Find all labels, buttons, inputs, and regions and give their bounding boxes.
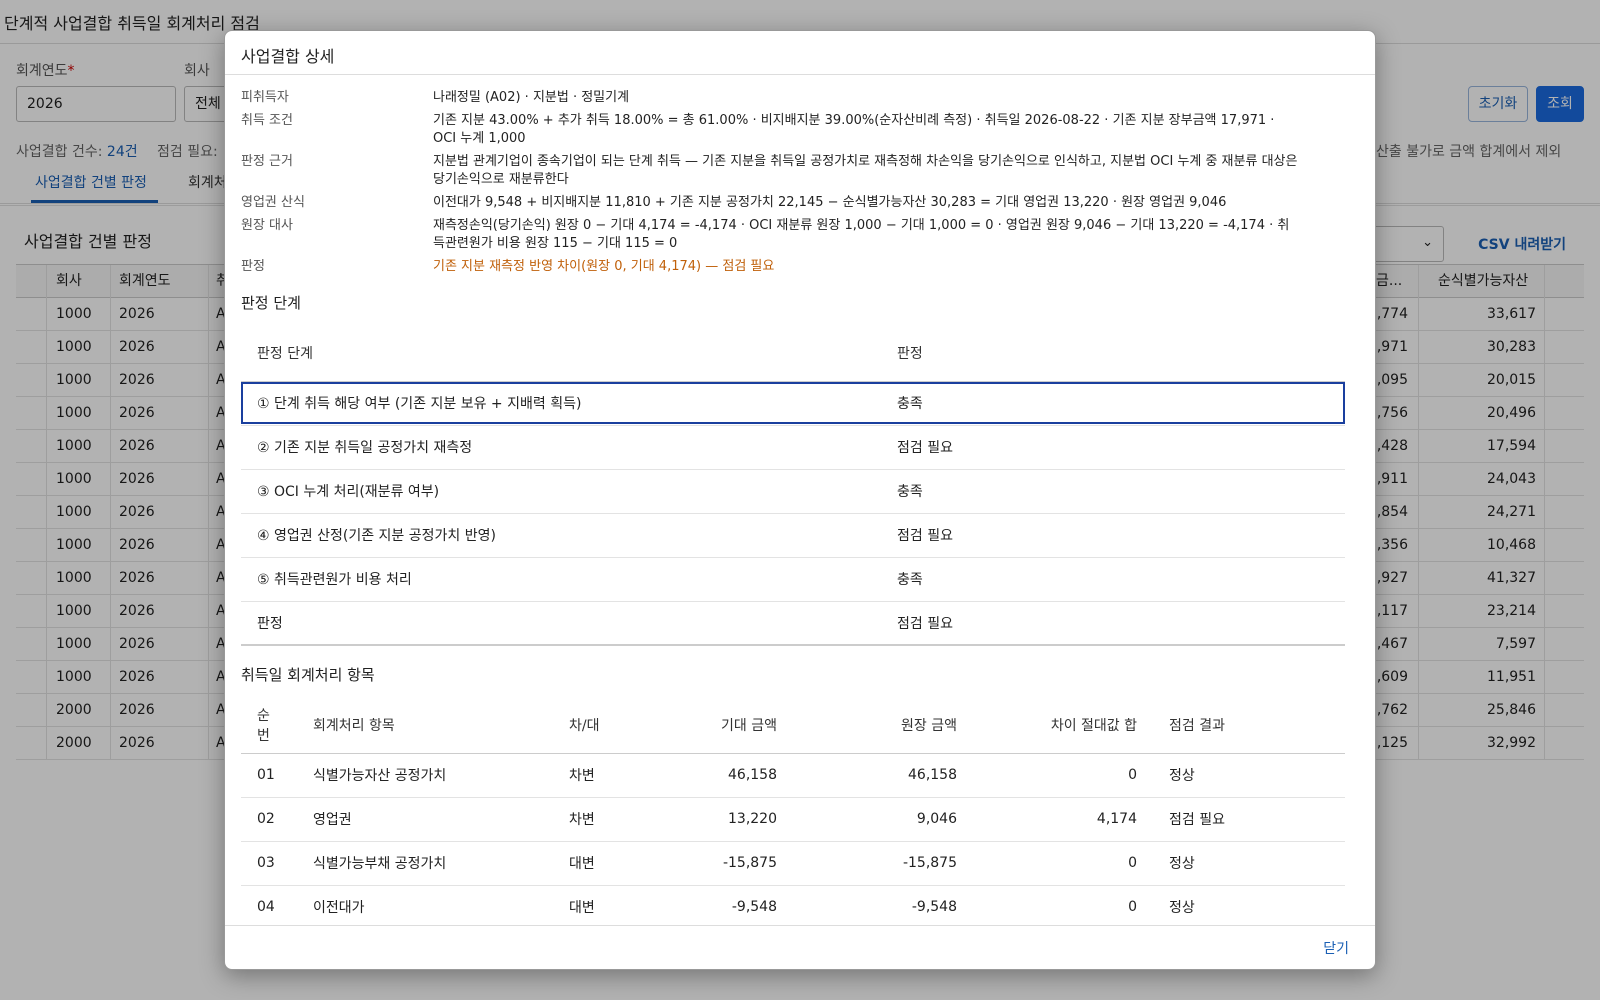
entries-table: 순번 회계처리 항목 차/대 기대 금액 원장 금액 차이 절대값 합 점검 결… — [241, 697, 1345, 925]
info-key: 피취득자 — [241, 90, 289, 105]
entry-ledger: 46,158 — [793, 753, 973, 798]
step-row[interactable]: ① 단계 취득 해당 여부 (기존 지분 보유 + 지배력 획득) 충족 — [241, 381, 1345, 426]
step-row[interactable]: ④ 영업권 산정(기존 지분 공정가치 반영) 점검 필요 — [241, 513, 1345, 558]
entry-item: 식별가능부채 공정가치 — [297, 841, 553, 886]
entries-header-expected: 기대 금액 — [643, 697, 793, 754]
entry-no: 02 — [241, 797, 297, 842]
info-key: 판정 — [241, 259, 265, 274]
entry-row[interactable]: 03 식별가능부채 공정가치 대변 -15,875 -15,875 0 정상 — [241, 841, 1345, 886]
entry-ledger: -15,875 — [793, 841, 973, 886]
entry-diff: 0 — [973, 885, 1153, 925]
entries-header-ledger: 원장 금액 — [793, 697, 973, 754]
modal-footer: 닫기 — [225, 925, 1375, 969]
step-label: ② 기존 지분 취득일 공정가치 재측정 — [241, 425, 881, 470]
info-row: 원장 대사 재측정손익(당기손익) 원장 0 − 기대 4,174 = -4,17… — [241, 217, 1359, 253]
steps-table: 판정 단계 판정 ① 단계 취득 해당 여부 (기존 지분 보유 + 지배력 획… — [241, 325, 1345, 646]
step-result: 점검 필요 — [881, 425, 1345, 470]
entry-row[interactable]: 04 이전대가 대변 -9,548 -9,548 0 정상 — [241, 885, 1345, 925]
step-result: 점검 필요 — [881, 601, 1345, 646]
modal-body[interactable]: 피취득자 나래정밀 (A02) · 지분법 · 정밀기계취득 조건 기존 지분 43… — [225, 75, 1375, 925]
step-label: 판정 — [241, 601, 881, 646]
entry-result: 점검 필요 — [1153, 797, 1345, 842]
step-label: ④ 영업권 산정(기존 지분 공정가치 반영) — [241, 513, 881, 558]
entry-diff: 0 — [973, 841, 1153, 886]
entry-item: 이전대가 — [297, 885, 553, 925]
entry-row[interactable]: 01 식별가능자산 공정가치 차변 46,158 46,158 0 정상 — [241, 753, 1345, 798]
entry-item: 영업권 — [297, 797, 553, 842]
entries-header-result: 점검 결과 — [1153, 697, 1345, 754]
info-row: 판정 기존 지분 재측정 반영 차이(원장 0, 기대 4,174) — 점검 필… — [241, 258, 1359, 276]
entry-ledger: 9,046 — [793, 797, 973, 842]
step-result: 충족 — [881, 557, 1345, 602]
close-button[interactable]: 닫기 — [1323, 938, 1349, 958]
info-key: 취득 조건 — [241, 113, 293, 128]
entries-header-side: 차/대 — [553, 697, 643, 754]
step-row[interactable]: ② 기존 지분 취득일 공정가치 재측정 점검 필요 — [241, 425, 1345, 470]
info-value: 기존 지분 재측정 반영 차이(원장 0, 기대 4,174) — 점검 필요 — [433, 259, 775, 274]
info-key: 영업권 산식 — [241, 195, 305, 210]
info-row: 피취득자 나래정밀 (A02) · 지분법 · 정밀기계 — [241, 89, 1359, 107]
entry-expected: 46,158 — [643, 753, 793, 798]
step-label: ⑤ 취득관련원가 비용 처리 — [241, 557, 881, 602]
entry-expected: -15,875 — [643, 841, 793, 886]
entry-expected: 13,220 — [643, 797, 793, 842]
info-key: 원장 대사 — [241, 218, 293, 233]
entry-no: 01 — [241, 753, 297, 798]
step-row[interactable]: 판정 점검 필요 — [241, 601, 1345, 646]
step-result: 점검 필요 — [881, 513, 1345, 558]
info-value: 이전대가 9,548 + 비지배지분 11,810 + 기존 지분 공정가치 2… — [433, 195, 1227, 210]
entry-side: 대변 — [553, 885, 643, 925]
info-value: 재측정손익(당기손익) 원장 0 − 기대 4,174 = -4,174 · O… — [433, 218, 1290, 251]
entry-result: 정상 — [1153, 841, 1345, 886]
entry-diff: 4,174 — [973, 797, 1153, 842]
info-list: 피취득자 나래정밀 (A02) · 지분법 · 정밀기계취득 조건 기존 지분 43… — [241, 89, 1359, 276]
entry-diff: 0 — [973, 753, 1153, 798]
info-value: 지분법 관계기업이 종속기업이 되는 단계 취득 — 기존 지분을 취득일 공정… — [433, 154, 1298, 187]
info-value: 기존 지분 43.00% + 추가 취득 18.00% = 총 61.00% ·… — [433, 113, 1275, 146]
step-label: ① 단계 취득 해당 여부 (기존 지분 보유 + 지배력 획득) — [241, 381, 881, 426]
steps-header-step: 판정 단계 — [241, 325, 881, 382]
entries-header-row: 순번 회계처리 항목 차/대 기대 금액 원장 금액 차이 절대값 합 점검 결… — [241, 697, 1345, 754]
detail-modal: 사업결합 상세 피취득자 나래정밀 (A02) · 지분법 · 정밀기계취득 조건… — [224, 30, 1376, 970]
entries-header-diff: 차이 절대값 합 — [973, 697, 1153, 754]
info-row: 판정 근거 지분법 관계기업이 종속기업이 되는 단계 취득 — 기존 지분을 취… — [241, 153, 1359, 189]
entries-header-item: 회계처리 항목 — [297, 697, 553, 754]
entries-header-no: 순번 — [241, 697, 297, 754]
step-row[interactable]: ③ OCI 누계 처리(재분류 여부) 충족 — [241, 469, 1345, 514]
step-result: 충족 — [881, 469, 1345, 514]
info-row: 취득 조건 기존 지분 43.00% + 추가 취득 18.00% = 총 61.… — [241, 112, 1359, 148]
steps-header-result: 판정 — [881, 325, 1345, 382]
step-label: ③ OCI 누계 처리(재분류 여부) — [241, 469, 881, 514]
entry-expected: -9,548 — [643, 885, 793, 925]
entry-result: 정상 — [1153, 753, 1345, 798]
steps-section-title: 판정 단계 — [241, 294, 301, 312]
entry-item: 식별가능자산 공정가치 — [297, 753, 553, 798]
info-value: 나래정밀 (A02) · 지분법 · 정밀기계 — [433, 90, 630, 105]
entry-result: 정상 — [1153, 885, 1345, 925]
entry-no: 03 — [241, 841, 297, 886]
info-row: 영업권 산식 이전대가 9,548 + 비지배지분 11,810 + 기존 지분 … — [241, 194, 1359, 212]
entry-side: 차변 — [553, 797, 643, 842]
entries-section-title: 취득일 회계처리 항목 — [241, 666, 375, 684]
modal-title: 사업결합 상세 — [225, 31, 1375, 75]
entry-row[interactable]: 02 영업권 차변 13,220 9,046 4,174 점검 필요 — [241, 797, 1345, 842]
steps-header-row: 판정 단계 판정 — [241, 325, 1345, 382]
info-key: 판정 근거 — [241, 154, 293, 169]
entry-no: 04 — [241, 885, 297, 925]
entry-side: 차변 — [553, 753, 643, 798]
entry-side: 대변 — [553, 841, 643, 886]
step-row[interactable]: ⑤ 취득관련원가 비용 처리 충족 — [241, 557, 1345, 602]
step-result: 충족 — [881, 381, 1345, 426]
entry-ledger: -9,548 — [793, 885, 973, 925]
